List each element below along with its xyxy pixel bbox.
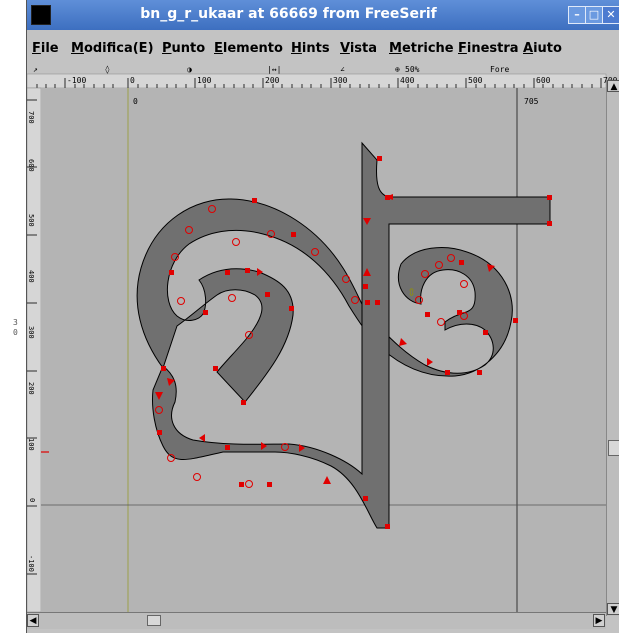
hruler-tick-label: 400 xyxy=(400,76,415,85)
zoom-indicator-icon: ⊕ xyxy=(395,65,400,74)
edge-mark-a: 3 xyxy=(13,318,18,327)
vruler-tick-label: 300 xyxy=(27,326,35,339)
menu-element[interactable]: Elemento xyxy=(214,41,283,56)
minimize-icon[interactable]: – xyxy=(568,6,586,24)
edge-mark-b: 0 xyxy=(13,328,18,337)
info-strip xyxy=(27,62,619,74)
angle-indicator-icon: ∠ xyxy=(340,65,345,74)
menu-bar: File Modifica(E) Punto Elemento Hints Vi… xyxy=(27,38,619,60)
vertical-scrollbar[interactable]: ▲ ▼ xyxy=(606,80,619,616)
menu-edit[interactable]: Modifica(E) xyxy=(71,41,154,56)
hruler-tick-label: 200 xyxy=(265,76,280,85)
width-indicator-icon: |↔| xyxy=(267,65,281,74)
origin-label: 0 xyxy=(133,97,138,106)
vruler-tick-label: 100 xyxy=(27,438,35,451)
menu-point[interactable]: Punto xyxy=(162,41,205,56)
hruler-tick-label: 300 xyxy=(333,76,348,85)
hruler-tick-label: 0 xyxy=(130,76,135,85)
window-title: bn_g_r_ukaar at 66669 from FreeSerif xyxy=(140,6,437,22)
menu-metrics[interactable]: Metriche xyxy=(389,41,454,56)
horizontal-scroll-thumb[interactable] xyxy=(147,615,161,626)
hruler-tick-label: 600 xyxy=(536,76,551,85)
hruler-tick-label: 100 xyxy=(197,76,212,85)
horizontal-scrollbar[interactable]: ◀ ▶ xyxy=(27,612,606,629)
mouse-cursor-icon: ⇕ xyxy=(407,286,416,299)
hruler-tick-label: 500 xyxy=(468,76,483,85)
active-layer-label: Fore xyxy=(490,65,509,74)
vruler-tick-label: 0 xyxy=(28,498,36,502)
scroll-up-icon[interactable]: ▲ xyxy=(607,80,619,92)
zoom-level: 50% xyxy=(405,65,420,74)
vruler-tick-label: 400 xyxy=(27,270,35,283)
vruler-tick-label: -100 xyxy=(27,555,35,572)
hruler-tick-label: -100 xyxy=(67,76,86,85)
vertical-scroll-thumb[interactable] xyxy=(608,440,619,456)
maximize-icon[interactable]: □ xyxy=(585,6,603,24)
horizontal-ruler xyxy=(27,73,607,89)
advance-label: 705 xyxy=(524,97,539,106)
drawing-area[interactable] xyxy=(41,88,606,612)
vruler-tick-label: 600 xyxy=(27,159,35,172)
scroll-left-icon[interactable]: ◀ xyxy=(27,614,39,627)
scroll-down-icon[interactable]: ▼ xyxy=(607,603,619,615)
ruler-tool-icon[interactable]: ◑ xyxy=(187,65,192,74)
knife-tool-icon[interactable]: ◊ xyxy=(105,65,110,74)
glyph-editor-window: bn_g_r_ukaar at 66669 from FreeSerif – □… xyxy=(26,0,619,633)
title-bar[interactable]: bn_g_r_ukaar at 66669 from FreeSerif – □… xyxy=(27,0,619,30)
menu-view[interactable]: Vista xyxy=(340,41,377,56)
glyph-canvas[interactable]: ↗ ◊ ◑ |↔| ∠ ⊕ 50% Fore -100 0 100 200 30… xyxy=(27,62,619,612)
menu-help[interactable]: Aiuto xyxy=(523,41,562,56)
vruler-tick-label: 500 xyxy=(27,214,35,227)
pointer-tool-icon[interactable]: ↗ xyxy=(33,65,38,74)
close-icon[interactable]: ✕ xyxy=(602,6,619,24)
menu-hints[interactable]: Hints xyxy=(291,41,330,56)
vruler-tick-label: 200 xyxy=(27,382,35,395)
vruler-tick-label: 700 xyxy=(27,111,35,124)
menu-window[interactable]: Finestra xyxy=(458,41,519,56)
menu-file[interactable]: File xyxy=(32,41,59,56)
scroll-right-icon[interactable]: ▶ xyxy=(593,614,605,627)
